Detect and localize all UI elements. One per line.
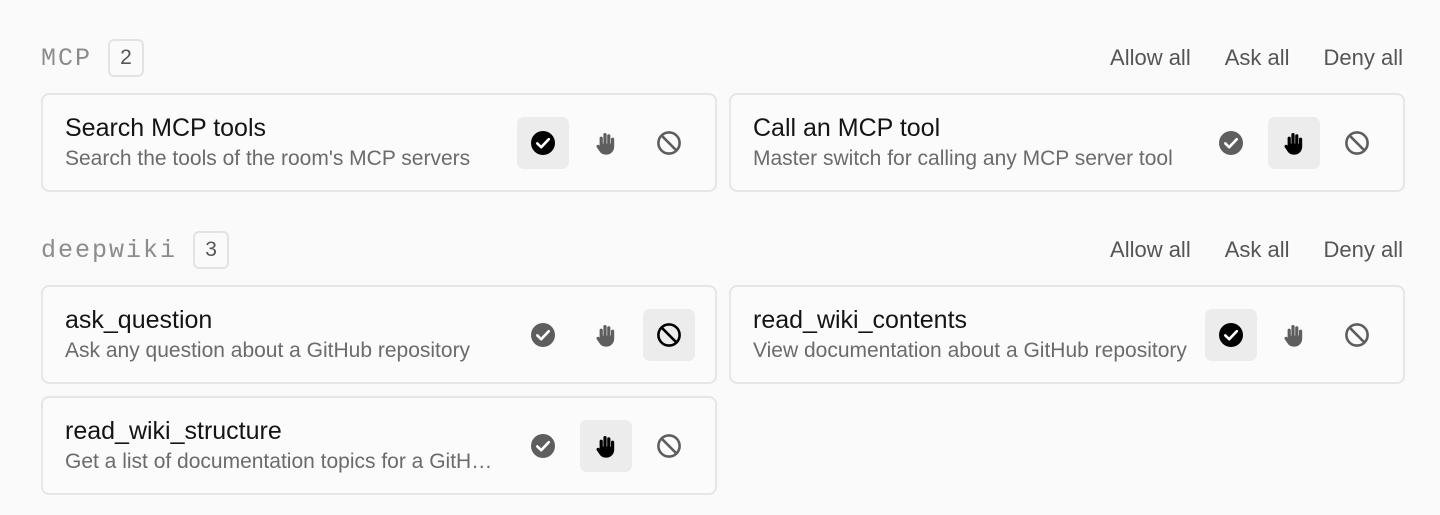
tool-description: View documentation about a GitHub reposi… xyxy=(753,338,1187,362)
tool-text: read_wiki_structure Get a list of docume… xyxy=(65,416,517,476)
tool-grid: ask_question Ask any question about a Gi… xyxy=(41,285,1405,495)
deny-all-button[interactable]: Deny all xyxy=(1324,45,1403,71)
hand-icon xyxy=(596,132,615,155)
deny-permission-button[interactable] xyxy=(1331,117,1383,169)
tool-description: Get a list of documentation topics for a… xyxy=(65,449,503,473)
section-title-wrap: MCP 2 xyxy=(41,39,145,77)
tool-card-read-wiki-structure: read_wiki_structure Get a list of docume… xyxy=(41,396,717,495)
allow-permission-button[interactable] xyxy=(1205,117,1257,169)
ban-icon xyxy=(657,322,681,347)
bulk-actions: Allow all Ask all Deny all xyxy=(1076,45,1403,71)
tool-text: Search MCP tools Search the tools of the… xyxy=(65,113,517,173)
deny-permission-button[interactable] xyxy=(643,308,695,361)
section-header: MCP 2 Allow all Ask all Deny all xyxy=(41,38,1403,78)
hand-icon xyxy=(1284,132,1303,155)
section-title: MCP xyxy=(41,43,93,73)
ask-permission-button[interactable] xyxy=(1268,309,1320,361)
tool-text: read_wiki_contents View documentation ab… xyxy=(753,305,1205,365)
tool-card-call-an-mcp-tool: Call an MCP tool Master switch for calli… xyxy=(729,93,1405,192)
permissions-page: MCP 2 Allow all Ask all Deny all Search … xyxy=(0,0,1440,515)
permission-toggle-group xyxy=(1205,116,1383,169)
section-header: deepwiki 3 Allow all Ask all Deny all xyxy=(41,230,1403,270)
tool-text: Call an MCP tool Master switch for calli… xyxy=(753,113,1205,173)
permission-toggle-group xyxy=(1205,308,1383,361)
allow-permission-button[interactable] xyxy=(517,420,569,472)
allow-all-button[interactable]: Allow all xyxy=(1110,237,1191,263)
bulk-actions: Allow all Ask all Deny all xyxy=(1076,237,1403,263)
tool-card-ask-question: ask_question Ask any question about a Gi… xyxy=(41,285,717,384)
allow-all-button[interactable]: Allow all xyxy=(1110,45,1191,71)
check-circle-icon xyxy=(531,130,555,155)
allow-permission-button[interactable] xyxy=(517,309,569,361)
permission-toggle-group xyxy=(517,419,695,472)
ban-icon xyxy=(1345,322,1369,347)
tool-card-read-wiki-contents: read_wiki_contents View documentation ab… xyxy=(729,285,1405,384)
hand-icon xyxy=(596,435,615,458)
permission-toggle-group xyxy=(517,308,695,361)
tool-name: Call an MCP tool xyxy=(753,113,941,142)
tool-description: Ask any question about a GitHub reposito… xyxy=(65,338,471,362)
ban-icon xyxy=(1345,130,1369,155)
section-title-wrap: deepwiki 3 xyxy=(41,231,230,269)
deny-permission-button[interactable] xyxy=(643,420,695,472)
ask-all-button[interactable]: Ask all xyxy=(1225,45,1290,71)
tool-name: Search MCP tools xyxy=(65,113,267,142)
deny-all-button[interactable]: Deny all xyxy=(1324,237,1403,263)
ask-permission-button[interactable] xyxy=(580,419,632,472)
check-circle-icon xyxy=(531,322,555,347)
deny-permission-button[interactable] xyxy=(1331,309,1383,361)
tool-name: ask_question xyxy=(65,305,213,334)
check-circle-icon xyxy=(1219,130,1243,155)
tool-name: read_wiki_structure xyxy=(65,416,282,445)
deny-permission-button[interactable] xyxy=(643,117,695,169)
tool-text: ask_question Ask any question about a Gi… xyxy=(65,305,517,365)
section-title: deepwiki xyxy=(41,235,178,265)
tool-card-search-mcp-tools: Search MCP tools Search the tools of the… xyxy=(41,93,717,192)
hand-icon xyxy=(596,324,615,347)
ban-icon xyxy=(657,130,681,155)
ban-icon xyxy=(657,433,681,458)
check-circle-icon xyxy=(531,433,555,458)
permission-toggle-group xyxy=(517,116,695,169)
allow-permission-button[interactable] xyxy=(517,116,569,169)
ask-all-button[interactable]: Ask all xyxy=(1225,237,1290,263)
tool-description: Search the tools of the room's MCP serve… xyxy=(65,146,471,170)
count-badge: 2 xyxy=(108,39,145,77)
tool-name: read_wiki_contents xyxy=(753,305,968,334)
ask-permission-button[interactable] xyxy=(580,117,632,169)
count-badge: 3 xyxy=(193,231,230,269)
section-mcp: MCP 2 Allow all Ask all Deny all Search … xyxy=(41,38,1405,192)
section-deepwiki: deepwiki 3 Allow all Ask all Deny all as… xyxy=(41,230,1405,495)
ask-permission-button[interactable] xyxy=(1268,116,1320,169)
allow-permission-button[interactable] xyxy=(1205,308,1257,361)
check-circle-icon xyxy=(1219,322,1243,347)
ask-permission-button[interactable] xyxy=(580,309,632,361)
hand-icon xyxy=(1284,324,1303,347)
tool-grid: Search MCP tools Search the tools of the… xyxy=(41,93,1405,192)
tool-description: Master switch for calling any MCP server… xyxy=(753,146,1173,170)
